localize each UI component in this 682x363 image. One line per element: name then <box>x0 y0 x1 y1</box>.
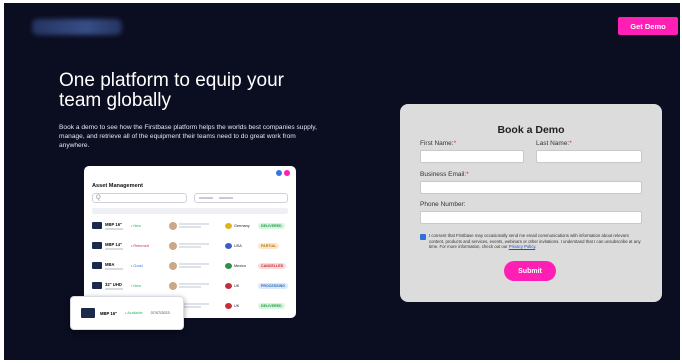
flag-icon <box>225 222 232 229</box>
device-model: MBA <box>105 261 115 267</box>
country-name: UK <box>234 283 240 288</box>
country-name: Mexico <box>234 263 247 268</box>
device-thumbnail-icon <box>92 222 102 229</box>
asset-popup-card: MBP 16" • Available 07/07/2023 <box>70 296 184 330</box>
form-title: Book a Demo <box>497 124 565 136</box>
device-model: MBP 16" <box>105 221 123 227</box>
device-status: • New <box>131 283 141 288</box>
laptop-thumbnail-icon <box>81 308 95 318</box>
search-icon: Q <box>96 195 101 201</box>
pink-dot-icon <box>284 170 290 176</box>
table-row: MBA • Good Mexico CANCELLED <box>92 258 288 273</box>
country-name: USA <box>234 243 242 248</box>
phone-label: Phone Number: <box>420 201 466 208</box>
popup-model: MBP 16" <box>100 310 118 316</box>
window-dots <box>276 170 290 176</box>
device-thumbnail-icon <box>92 282 102 289</box>
flag-icon <box>225 302 232 309</box>
avatar <box>169 241 177 250</box>
consent-row: I consent that Firstbase may occasionall… <box>420 233 642 250</box>
country-name: UK <box>234 303 240 308</box>
last-name-label: Last Name:* <box>536 140 572 147</box>
page-background: Get Demo One platform to equip your team… <box>4 3 680 360</box>
device-status: • Good <box>131 263 143 268</box>
device-status: • Returned <box>131 243 150 248</box>
device-model: 32" UHD <box>105 281 122 287</box>
avatar <box>169 221 177 230</box>
status-badge: PARTIAL <box>258 242 280 249</box>
dashboard-title: Asset Management <box>92 183 143 189</box>
country-name: Germany <box>234 223 250 228</box>
table-row: MBP 16" • New Germany DELIVERED <box>92 218 288 233</box>
device-thumbnail-icon <box>92 262 102 269</box>
email-label: Business Email:* <box>420 171 469 178</box>
avatar <box>169 261 177 270</box>
table-row: MBP 14" • Returned USA PARTIAL <box>92 238 288 253</box>
consent-checkbox[interactable] <box>420 234 426 240</box>
device-thumbnail-icon <box>92 242 102 249</box>
blue-dot-icon <box>276 170 282 176</box>
hero-description: Book a demo to see how the Firstbase pla… <box>59 124 317 149</box>
device-model: MBP 14" <box>105 241 123 247</box>
popup-date: 07/07/2023 <box>150 311 170 315</box>
email-field[interactable] <box>420 181 642 194</box>
status-badge: CANCELLED <box>258 262 287 269</box>
firstbase-logo[interactable] <box>32 19 122 35</box>
get-demo-button[interactable]: Get Demo <box>618 17 678 35</box>
privacy-policy-link[interactable]: Privacy Policy <box>509 244 535 249</box>
last-name-field[interactable] <box>536 150 642 163</box>
flag-icon <box>225 262 232 269</box>
consent-text: I consent that Firstbase may occasionall… <box>429 233 641 250</box>
status-badge: DELIVERED <box>258 302 285 309</box>
submit-button[interactable]: Submit <box>504 261 556 281</box>
first-name-label: First Name:* <box>420 140 457 147</box>
flag-icon <box>225 242 232 249</box>
phone-field[interactable] <box>420 211 642 224</box>
dashboard-header-bar <box>92 208 288 214</box>
device-status: • New <box>131 223 141 228</box>
status-badge: DELIVERED <box>258 222 285 229</box>
table-row: 32" UHD • New UK PROCESSING <box>92 278 288 293</box>
avatar <box>169 281 177 290</box>
flag-icon <box>225 282 232 289</box>
book-demo-form: Book a Demo First Name:* Last Name:* Bus… <box>400 104 662 302</box>
status-badge: PROCESSING <box>258 282 288 289</box>
dashboard-filter <box>194 193 288 203</box>
popup-status: • Available <box>125 311 143 315</box>
dashboard-search-input: Q <box>92 193 187 203</box>
first-name-field[interactable] <box>420 150 524 163</box>
hero-headline: One platform to equip your team globally <box>59 70 284 111</box>
